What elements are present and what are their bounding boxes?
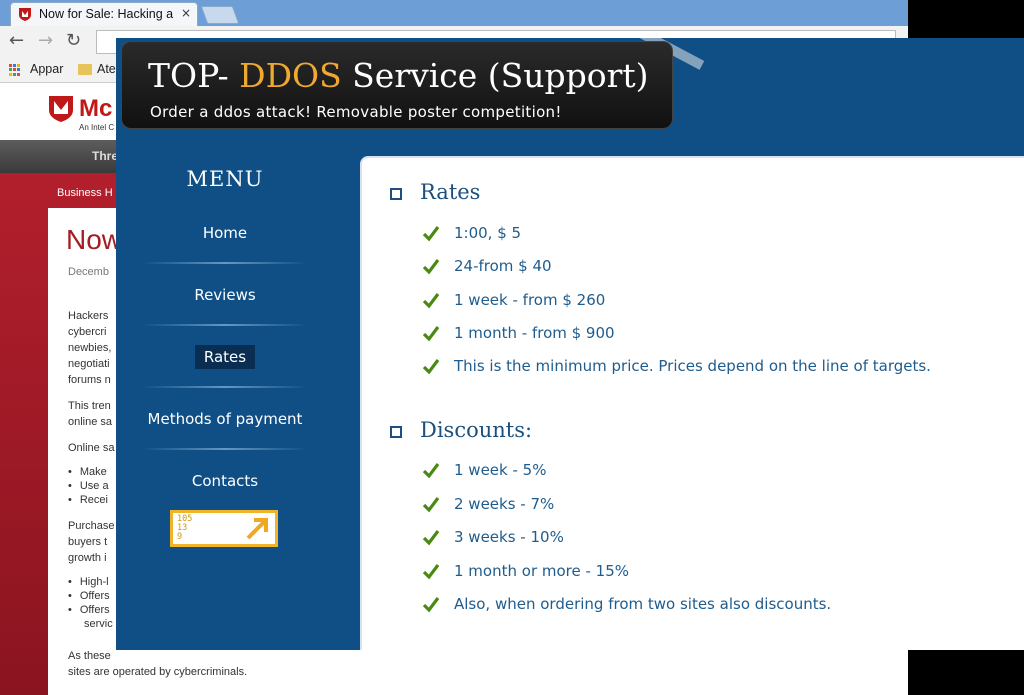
tab-strip: Now for Sale: Hacking a × [0, 0, 908, 26]
visitor-counter-badge[interactable]: 105 13 9 [170, 510, 278, 547]
mcafee-nav-item[interactable]: Thre [92, 149, 118, 163]
site-title-prefix: TOP- [148, 56, 240, 95]
rate-text: 1 month - from $ 900 [454, 324, 615, 342]
rates-heading: Rates [420, 180, 481, 204]
section-bullet-icon [390, 426, 402, 438]
article-text: This tren [68, 400, 111, 412]
menu-item-rates[interactable]: Rates [116, 345, 334, 369]
folder-icon [78, 64, 92, 75]
checkmark-icon [422, 359, 440, 375]
menu-item-label: Home [202, 224, 248, 242]
ddos-service-screenshot: TOP- DDOS Service (Support) Order a ddos… [116, 38, 1024, 650]
menu-item-label: Rates [194, 345, 256, 369]
discount-text: 2 weeks - 7% [454, 495, 555, 513]
arrow-up-right-icon [246, 518, 268, 540]
checkmark-icon [422, 530, 440, 546]
article-text: Hackers [68, 310, 109, 322]
menu-item-contacts[interactable]: Contacts [116, 472, 334, 490]
forward-arrow-icon[interactable]: → [38, 30, 53, 51]
article-text: online sa [68, 416, 113, 428]
rate-text: 24-from $ 40 [454, 257, 552, 275]
article-text: cybercri [68, 326, 107, 338]
article-date: Decemb [68, 266, 109, 278]
article-bullet: Offers [68, 603, 110, 617]
checkmark-icon [422, 293, 440, 309]
article-title: Now [66, 224, 123, 255]
counter-values: 105 13 9 [177, 514, 193, 542]
menu-divider [142, 262, 308, 264]
menu-item-payment[interactable]: Methods of payment [116, 410, 334, 428]
menu-item-label: Reviews [194, 286, 256, 304]
mcafee-logo-subtitle: An Intel C [79, 123, 115, 132]
article-text: Purchase [68, 520, 115, 532]
site-banner: TOP- DDOS Service (Support) Order a ddos… [121, 41, 673, 129]
site-title-accent: DDOS [239, 56, 342, 95]
checkmark-icon [422, 564, 440, 580]
reload-icon[interactable]: ↻ [66, 30, 81, 51]
article-text: growth i [68, 552, 107, 564]
discount-text: 1 month or more - 15% [454, 562, 630, 580]
checkmark-icon [422, 597, 440, 613]
article-bullet: High-l [68, 575, 109, 589]
breadcrumb[interactable]: Business H [57, 187, 113, 199]
section-bullet-icon [390, 188, 402, 200]
checkmark-icon [422, 463, 440, 479]
site-subtitle: Order a ddos attack! Removable poster co… [150, 103, 562, 121]
menu-divider [142, 386, 308, 388]
menu-item-reviews[interactable]: Reviews [116, 286, 334, 304]
article-bullet: Use a [68, 479, 109, 493]
apps-grid-icon [9, 64, 21, 76]
menu-item-label: Methods of payment [147, 410, 303, 428]
back-arrow-icon[interactable]: ← [9, 30, 24, 51]
menu-item-home[interactable]: Home [116, 224, 334, 242]
article-text: Online sa [68, 442, 115, 454]
rate-text: This is the minimum price. Prices depend… [454, 357, 931, 375]
checkmark-icon [422, 497, 440, 513]
discount-text: Also, when ordering from two sites also … [454, 595, 832, 613]
menu-divider [142, 324, 308, 326]
discount-text: 1 week - 5% [454, 461, 547, 479]
article-text: As these [68, 650, 111, 662]
tab-title: Now for Sale: Hacking a [39, 7, 174, 21]
discounts-heading: Discounts: [420, 418, 533, 442]
article-bullet: Offers [68, 589, 110, 603]
new-tab-button[interactable] [200, 6, 240, 24]
article-text: newbies, [68, 342, 112, 354]
rates-content-panel: Rates 1:00, $ 5 24-from $ 40 1 week - fr… [360, 156, 1024, 650]
tab-close-icon[interactable]: × [181, 6, 191, 20]
article-text: buyers t [68, 536, 108, 548]
menu-heading: MENU [186, 167, 264, 191]
checkmark-icon [422, 259, 440, 275]
menu-item-label: Contacts [191, 472, 259, 490]
rate-text: 1 week - from $ 260 [454, 291, 606, 309]
article-text: forums n [68, 374, 111, 386]
article-bullet: Recei [68, 493, 108, 507]
bookmark-apps[interactable]: Appar [30, 62, 63, 76]
mcafee-logo-icon [49, 96, 73, 122]
checkmark-icon [422, 226, 440, 242]
article-text: sites are operated by cybercriminals. [68, 666, 248, 678]
menu-divider [142, 448, 308, 450]
article-bullet: Make [68, 465, 107, 479]
mcafee-shield-icon [19, 8, 31, 21]
checkmark-icon [422, 326, 440, 342]
bookmark-folder[interactable]: Ate [97, 62, 116, 76]
discount-text: 3 weeks - 10% [454, 528, 564, 546]
site-title: TOP- DDOS Service (Support) [148, 56, 649, 95]
article-text: negotiati [68, 358, 110, 370]
article-text: servic [84, 618, 113, 630]
rate-text: 1:00, $ 5 [454, 224, 522, 242]
browser-tab[interactable]: Now for Sale: Hacking a × [10, 2, 198, 26]
mcafee-logo-text: Mc [79, 95, 113, 122]
site-title-suffix: Service (Support) [341, 56, 649, 95]
